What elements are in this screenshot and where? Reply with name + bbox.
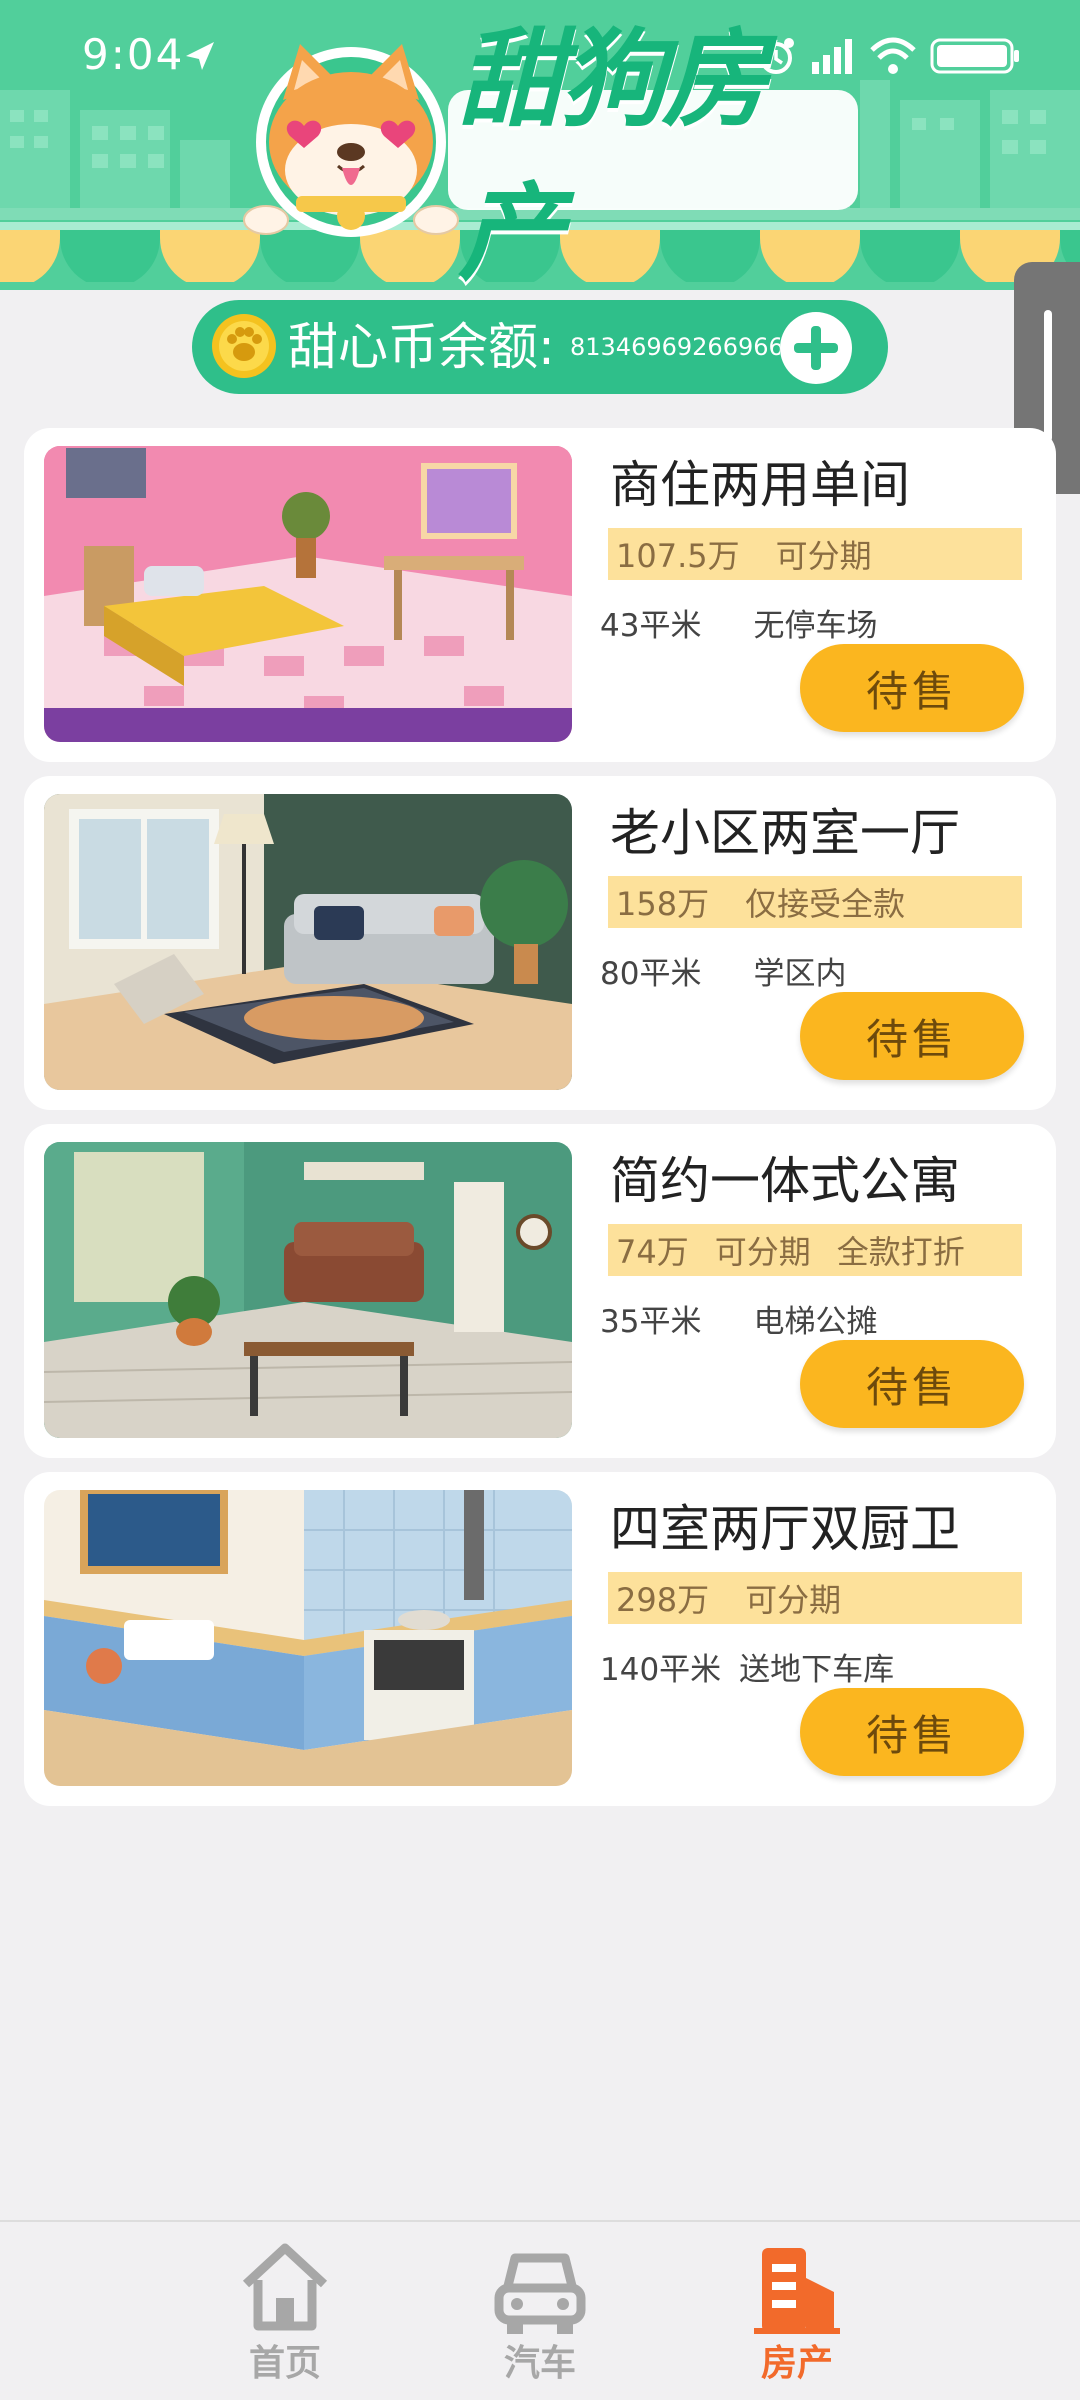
- listing-price: 298万: [616, 1581, 710, 1619]
- listing-tag: 可分期: [775, 537, 872, 575]
- listing-meta: 35平米 电梯公摊: [600, 1296, 877, 1341]
- listing-feature: 无停车场: [753, 608, 878, 644]
- nav-item-property[interactable]: 房产: [722, 2240, 872, 2384]
- listing-image-living-room: [44, 794, 572, 1090]
- listing-area: 80平米: [600, 956, 702, 992]
- listing-tag: 可分期: [714, 1233, 811, 1271]
- property-card[interactable]: 老小区两室一厅 158万 仅接受全款 80平米 学区内 待售: [24, 776, 1056, 1110]
- listing-feature: 学区内: [753, 956, 847, 992]
- listing-title: 简约一体式公寓: [610, 1152, 960, 1210]
- listing-area: 43平米: [600, 608, 702, 644]
- listing-meta: 140平米 送地下车库: [600, 1644, 894, 1689]
- brand-title-text: 甜狗房产: [458, 18, 768, 290]
- property-card[interactable]: 商住两用单间 107.5万 可分期 43平米 无停车场 待售: [24, 428, 1056, 762]
- listing-title: 商住两用单间: [610, 456, 910, 514]
- property-card[interactable]: 四室两厅双厨卫 298万 可分期 140平米 送地下车库 待售: [24, 1472, 1056, 1806]
- car-icon: [494, 2253, 586, 2334]
- for-sale-button[interactable]: 待售: [800, 644, 1024, 732]
- listing-image-kitchen: [44, 1490, 572, 1786]
- nav-label: 首页: [248, 2343, 321, 2384]
- nav-label: 房产: [760, 2343, 833, 2384]
- status-time: 9:04: [82, 30, 185, 79]
- listing-tags: 107.5万 可分期: [608, 528, 1022, 580]
- for-sale-button[interactable]: 待售: [800, 1340, 1024, 1428]
- listing-image-pink-bedroom: [44, 446, 572, 742]
- for-sale-button[interactable]: 待售: [800, 1688, 1024, 1776]
- location-arrow-icon: [186, 42, 214, 70]
- nav-item-home[interactable]: 首页: [210, 2240, 360, 2384]
- listing-tags: 74万 可分期 全款打折: [608, 1224, 1022, 1276]
- listing-tag: 仅接受全款: [745, 885, 906, 923]
- balance-label: 甜心币余额:: [288, 318, 555, 376]
- coin-balance-bar: 甜心币余额: 8134696926696632: [192, 300, 888, 394]
- wifi-icon: [870, 37, 916, 74]
- listing-area: 140平米: [600, 1652, 722, 1688]
- listing-price: 107.5万: [616, 537, 740, 575]
- listing-title: 老小区两室一厅: [610, 804, 960, 862]
- home-icon: [242, 2243, 328, 2331]
- listing-tags: 158万 仅接受全款: [608, 876, 1022, 928]
- listing-area: 35平米: [600, 1304, 702, 1340]
- brand-title: 甜狗房产: [458, 18, 858, 290]
- bottom-navigation: 首页 汽车 房产: [0, 2220, 1080, 2400]
- nav-label: 汽车: [503, 2343, 576, 2384]
- listing-feature: 电梯公摊: [753, 1304, 878, 1340]
- paw-coin-icon: [212, 314, 276, 378]
- property-card[interactable]: 简约一体式公寓 74万 可分期 全款打折 35平米 电梯公摊 待售: [24, 1124, 1056, 1458]
- add-coins-button[interactable]: [780, 312, 852, 384]
- handle-bar: [1044, 310, 1052, 442]
- listing-title: 四室两厅双厨卫: [610, 1500, 960, 1558]
- listing-tag: 可分期: [745, 1581, 842, 1619]
- listing-image-green-apartment: [44, 1142, 572, 1438]
- listing-meta: 43平米 无停车场: [600, 600, 877, 645]
- listing-price: 74万: [616, 1233, 689, 1271]
- app-header: 9:04 甜狗房: [0, 0, 1080, 290]
- balance-value: 8134696926696632: [570, 333, 780, 361]
- building-icon: [754, 2248, 840, 2334]
- plus-icon: [794, 326, 838, 370]
- listing-meta: 80平米 学区内: [600, 948, 846, 993]
- nav-item-car[interactable]: 汽车: [465, 2240, 615, 2384]
- listing-price: 158万: [616, 885, 710, 923]
- listing-feature: 送地下车库: [739, 1652, 895, 1688]
- listing-tags: 298万 可分期: [608, 1572, 1022, 1624]
- battery-icon: [930, 38, 1019, 74]
- listing-tag: 全款打折: [836, 1233, 965, 1271]
- for-sale-button[interactable]: 待售: [800, 992, 1024, 1080]
